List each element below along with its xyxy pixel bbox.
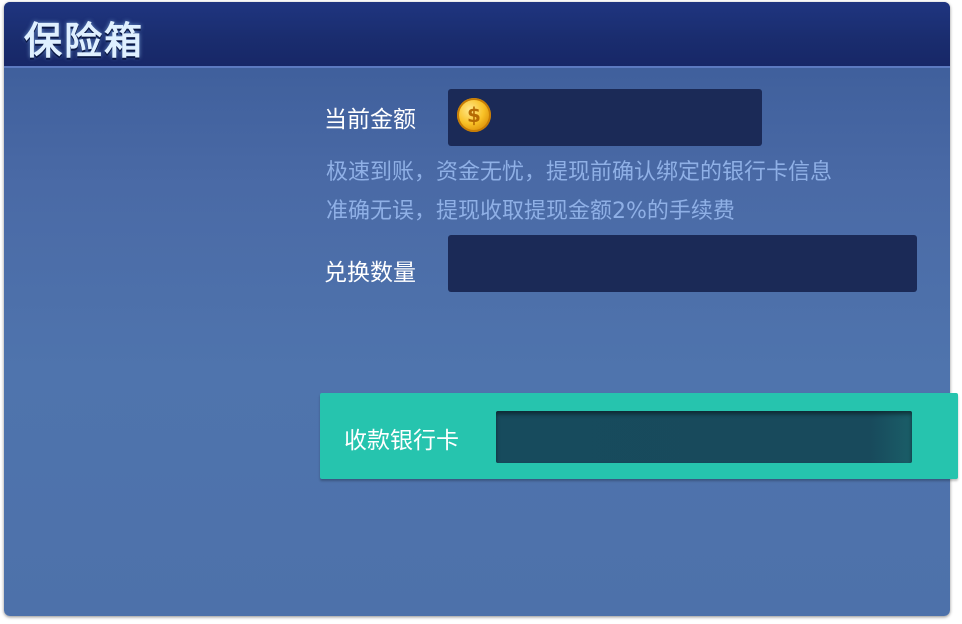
safe-box-panel: 保险箱 当前金额 $ 极速到账，资金无忧，提现前确认绑定的银行卡信息 准确无误，… (4, 2, 950, 616)
gold-coin-icon: $ (457, 98, 491, 132)
notice-line-1: 极速到账，资金无忧，提现前确认绑定的银行卡信息 (326, 160, 833, 185)
bank-card-field[interactable] (496, 411, 912, 463)
bank-card-row: 收款银行卡 (320, 393, 958, 479)
panel-header: 保险箱 (4, 2, 950, 68)
current-amount-field: $ (448, 89, 762, 146)
exchange-quantity-input[interactable] (448, 235, 917, 292)
notice-line-2: 准确无误，提现收取提现金额2%的手续费 (326, 199, 735, 224)
bank-card-label: 收款银行卡 (344, 428, 459, 454)
exchange-quantity-label: 兑换数量 (324, 260, 416, 286)
panel-title: 保险箱 (24, 19, 145, 63)
current-amount-label: 当前金额 (324, 107, 416, 133)
